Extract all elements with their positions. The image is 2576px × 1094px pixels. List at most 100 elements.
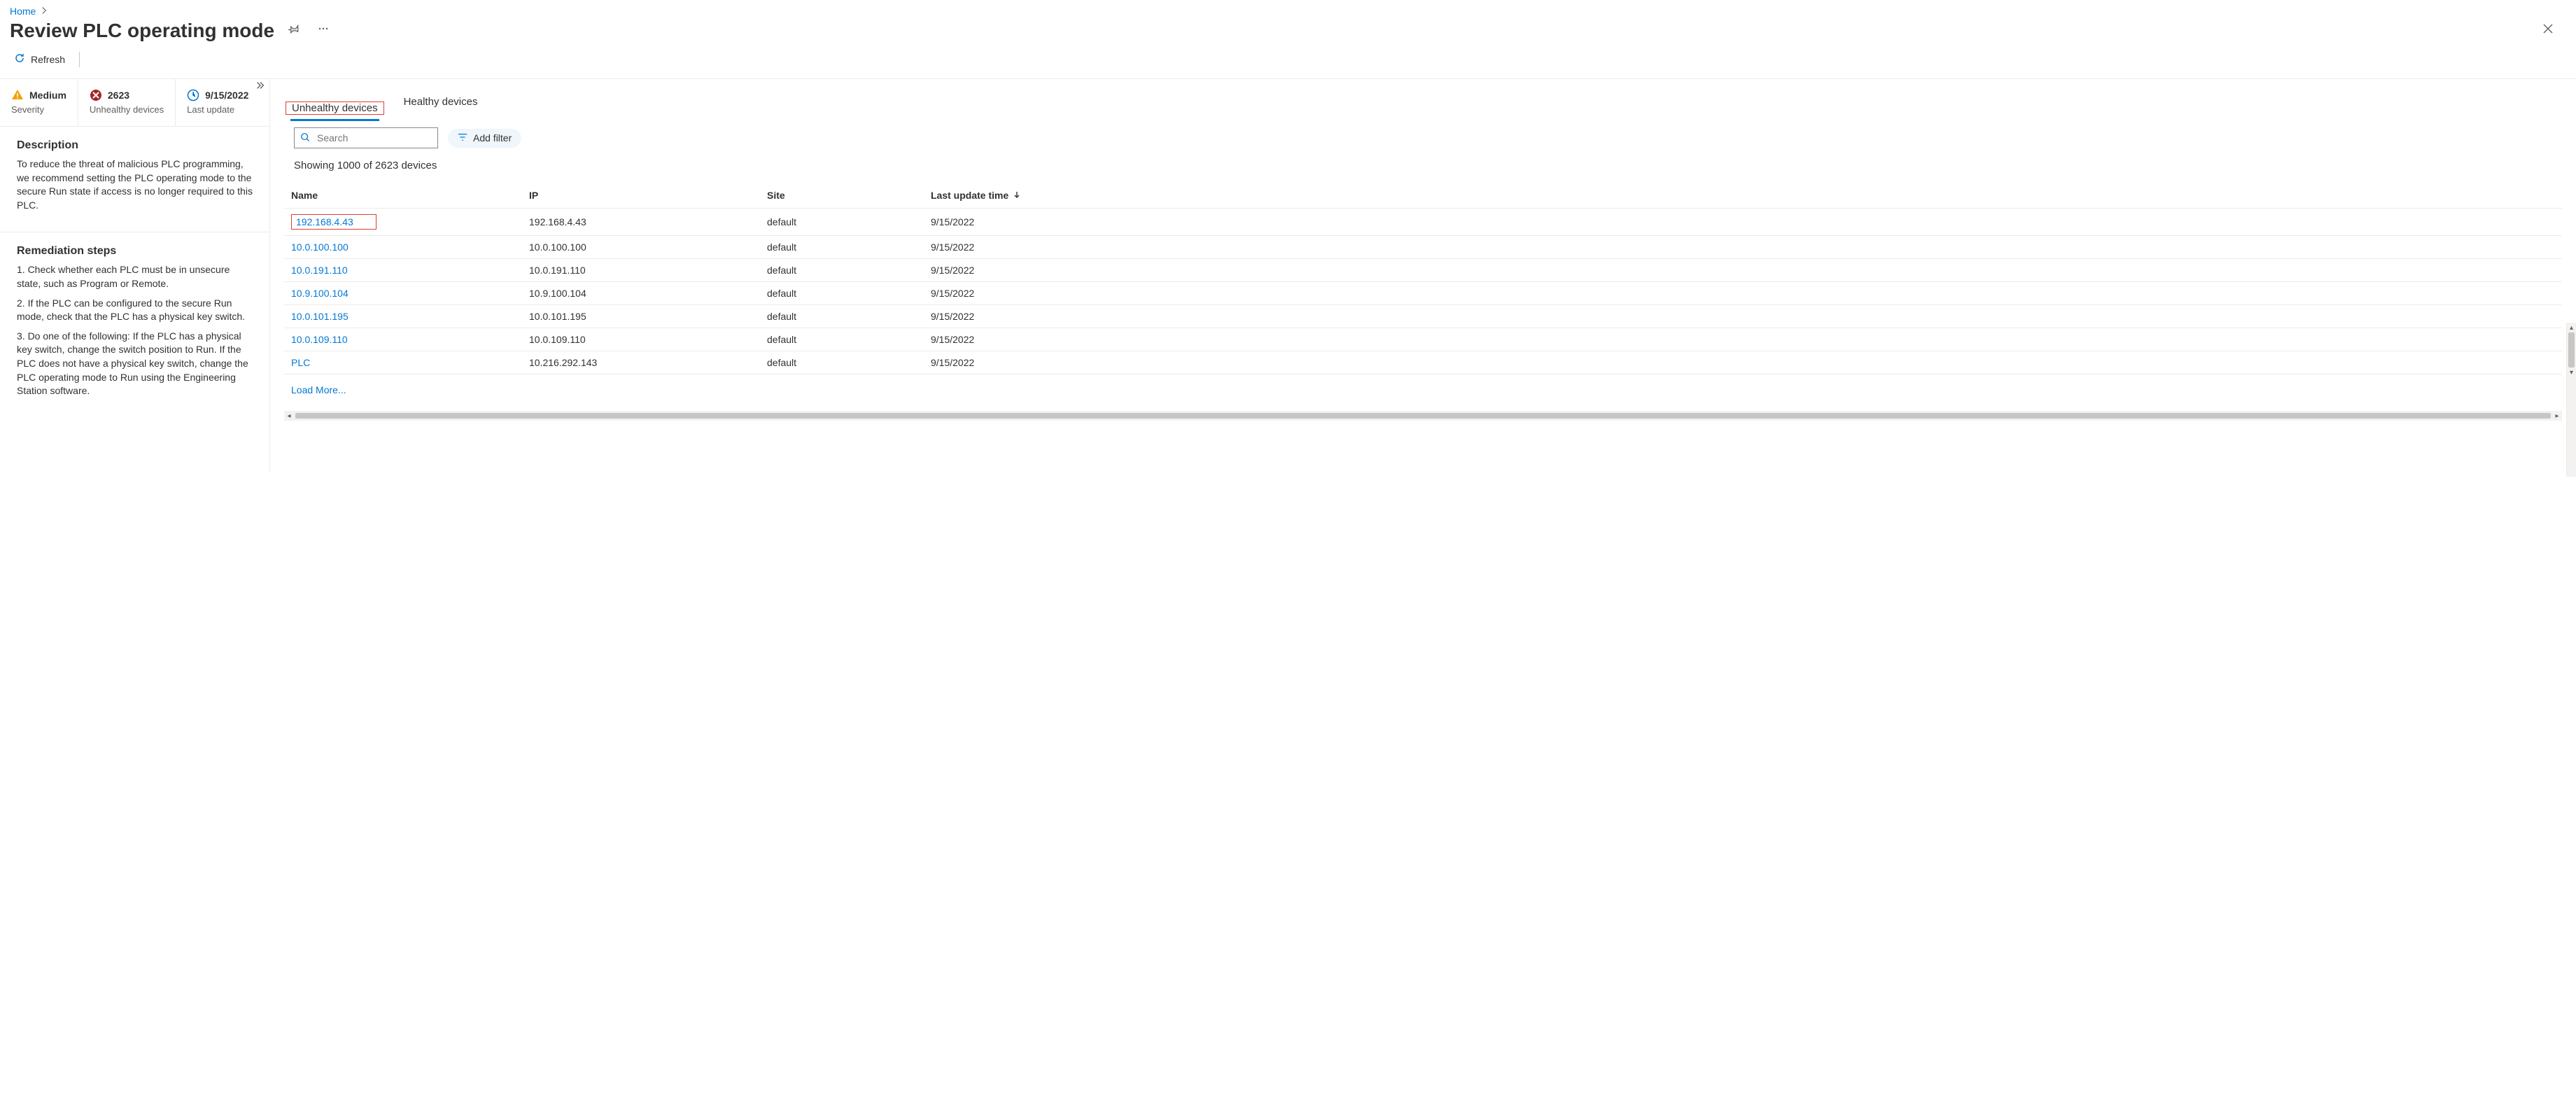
side-panel: Medium Severity 2623 Unhealthy devices (0, 79, 270, 471)
result-count: Showing 1000 of 2623 devices (270, 148, 2576, 177)
device-site: default (767, 265, 931, 276)
tab-unhealthy-highlight: Unhealthy devices (286, 101, 384, 115)
search-input[interactable] (294, 127, 438, 148)
vertical-scrollbar[interactable]: ▴ ▾ (2566, 323, 2576, 477)
col-site[interactable]: Site (767, 190, 931, 201)
severity-value: Medium (29, 90, 66, 101)
device-link[interactable]: 10.0.191.110 (291, 265, 348, 276)
summary-unhealthy: 2623 Unhealthy devices (78, 79, 176, 126)
description-text: To reduce the threat of malicious PLC pr… (17, 157, 253, 212)
scroll-right-icon[interactable]: ▸ (2552, 412, 2562, 420)
command-separator (79, 52, 80, 67)
device-time: 9/15/2022 (931, 288, 2555, 299)
device-tabs: Unhealthy devices Healthy devices (286, 90, 479, 115)
device-ip: 10.0.101.195 (529, 311, 767, 322)
device-time: 9/15/2022 (931, 241, 2555, 253)
double-chevron-right-icon[interactable] (255, 80, 265, 92)
tab-unhealthy-devices[interactable]: Unhealthy devices (290, 97, 379, 121)
table-row[interactable]: 10.0.100.100 10.0.100.100 default 9/15/2… (284, 236, 2562, 259)
device-site: default (767, 311, 931, 322)
unhealthy-value: 2623 (108, 90, 129, 101)
table-row[interactable]: 10.0.109.110 10.0.109.110 default 9/15/2… (284, 328, 2562, 351)
tab-healthy-devices[interactable]: Healthy devices (402, 90, 479, 115)
summary-strip: Medium Severity 2623 Unhealthy devices (0, 79, 269, 127)
device-link[interactable]: 10.9.100.104 (291, 288, 349, 299)
refresh-button[interactable]: Refresh (10, 50, 69, 69)
device-time: 9/15/2022 (931, 357, 2555, 368)
device-site: default (767, 334, 931, 345)
col-last-update[interactable]: Last update time (931, 190, 2555, 201)
command-bar: Refresh (0, 43, 2576, 79)
device-link[interactable]: 10.0.109.110 (291, 334, 348, 345)
sort-desc-icon (1013, 190, 1021, 201)
breadcrumb-home[interactable]: Home (10, 6, 36, 17)
device-ip: 10.0.109.110 (529, 334, 767, 345)
chevron-right-icon (40, 6, 48, 17)
more-icon[interactable] (314, 20, 333, 41)
add-filter-label: Add filter (473, 132, 512, 143)
device-link[interactable]: 10.0.101.195 (291, 311, 349, 322)
filter-icon (458, 132, 467, 144)
col-ip[interactable]: IP (529, 190, 767, 201)
page-title: Review PLC operating mode (10, 20, 274, 42)
search-field[interactable] (316, 132, 445, 144)
horizontal-scrollbar[interactable]: ◂ ▸ (284, 411, 2562, 421)
scroll-thumb[interactable] (2568, 332, 2575, 367)
close-icon[interactable] (2530, 18, 2566, 43)
device-ip: 10.0.100.100 (529, 241, 767, 253)
device-ip: 192.168.4.43 (529, 216, 767, 227)
main-panel: Unhealthy devices Healthy devices Add fi… (270, 79, 2576, 471)
scroll-thumb[interactable] (295, 413, 2551, 419)
remediation-step-1: 1. Check whether each PLC must be in uns… (17, 263, 253, 290)
severity-label: Severity (11, 104, 66, 115)
device-link[interactable]: 10.0.100.100 (291, 241, 349, 253)
description-section: Description To reduce the threat of mali… (0, 127, 269, 232)
remediation-step-2: 2. If the PLC can be configured to the s… (17, 297, 253, 324)
device-site: default (767, 288, 931, 299)
col-name[interactable]: Name (291, 190, 529, 201)
scroll-up-icon[interactable]: ▴ (2567, 323, 2576, 332)
last-update-label: Last update (187, 104, 248, 115)
error-circle-icon (90, 89, 102, 101)
remediation-heading: Remediation steps (17, 245, 253, 258)
device-time: 9/15/2022 (931, 334, 2555, 345)
device-link[interactable]: PLC (291, 357, 310, 368)
device-link[interactable]: 192.168.4.43 (291, 214, 376, 230)
unhealthy-label: Unhealthy devices (90, 104, 164, 115)
device-time: 9/15/2022 (931, 265, 2555, 276)
device-time: 9/15/2022 (931, 216, 2555, 227)
table-row[interactable]: 10.9.100.104 10.9.100.104 default 9/15/2… (284, 282, 2562, 305)
pin-icon[interactable] (284, 20, 304, 41)
table-row[interactable]: 192.168.4.43 192.168.4.43 default 9/15/2… (284, 209, 2562, 236)
refresh-icon (14, 52, 25, 66)
device-ip: 10.0.191.110 (529, 265, 767, 276)
device-ip: 10.9.100.104 (529, 288, 767, 299)
clock-icon (187, 89, 199, 101)
devices-grid: Name IP Site Last update time 192.168.4.… (284, 183, 2562, 405)
grid-header: Name IP Site Last update time (284, 183, 2562, 209)
col-last-update-label: Last update time (931, 190, 1008, 201)
device-time: 9/15/2022 (931, 311, 2555, 322)
device-site: default (767, 216, 931, 227)
refresh-label: Refresh (31, 54, 65, 65)
load-more-link[interactable]: Load More... (291, 384, 346, 395)
breadcrumb: Home (10, 6, 2566, 17)
search-icon (300, 132, 310, 144)
load-more[interactable]: Load More... (284, 374, 2562, 405)
device-ip: 10.216.292.143 (529, 357, 767, 368)
scroll-down-icon[interactable]: ▾ (2567, 367, 2576, 377)
last-update-value: 9/15/2022 (205, 90, 248, 101)
table-row[interactable]: 10.0.191.110 10.0.191.110 default 9/15/2… (284, 259, 2562, 282)
warning-triangle-icon (11, 89, 24, 101)
description-heading: Description (17, 139, 253, 152)
table-row[interactable]: PLC 10.216.292.143 default 9/15/2022 (284, 351, 2562, 374)
remediation-step-3: 3. Do one of the following: If the PLC h… (17, 330, 253, 398)
device-site: default (767, 241, 931, 253)
scroll-left-icon[interactable]: ◂ (284, 412, 294, 420)
table-row[interactable]: 10.0.101.195 10.0.101.195 default 9/15/2… (284, 305, 2562, 328)
device-site: default (767, 357, 931, 368)
remediation-section: Remediation steps 1. Check whether each … (0, 232, 269, 417)
add-filter-button[interactable]: Add filter (448, 129, 521, 148)
summary-last-update: 9/15/2022 Last update (176, 79, 260, 126)
summary-severity: Medium Severity (0, 79, 78, 126)
